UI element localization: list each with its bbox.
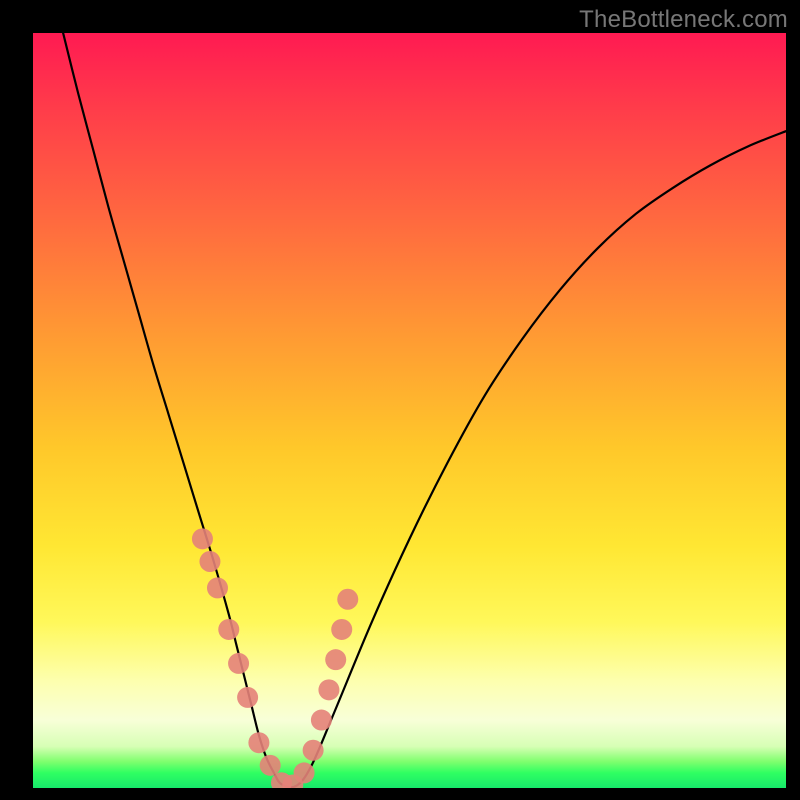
- highlight-dots: [192, 528, 358, 788]
- highlight-dot: [260, 755, 281, 776]
- highlight-dot: [228, 653, 249, 674]
- highlight-dot: [294, 762, 315, 783]
- highlight-dot: [311, 710, 332, 731]
- highlight-dot: [248, 732, 269, 753]
- chart-svg: [33, 33, 786, 788]
- bottleneck-curve: [63, 33, 786, 787]
- highlight-dot: [237, 687, 258, 708]
- highlight-dot: [303, 740, 324, 761]
- highlight-dot: [325, 649, 346, 670]
- curve-line: [63, 33, 786, 787]
- chart-frame: TheBottleneck.com: [0, 0, 800, 800]
- highlight-dot: [337, 589, 358, 610]
- watermark-text: TheBottleneck.com: [579, 6, 788, 34]
- highlight-dot: [199, 551, 220, 572]
- highlight-dot: [192, 528, 213, 549]
- highlight-dot: [331, 619, 352, 640]
- highlight-dot: [207, 577, 228, 598]
- plot-area: [33, 33, 786, 788]
- highlight-dot: [218, 619, 239, 640]
- highlight-dot: [318, 679, 339, 700]
